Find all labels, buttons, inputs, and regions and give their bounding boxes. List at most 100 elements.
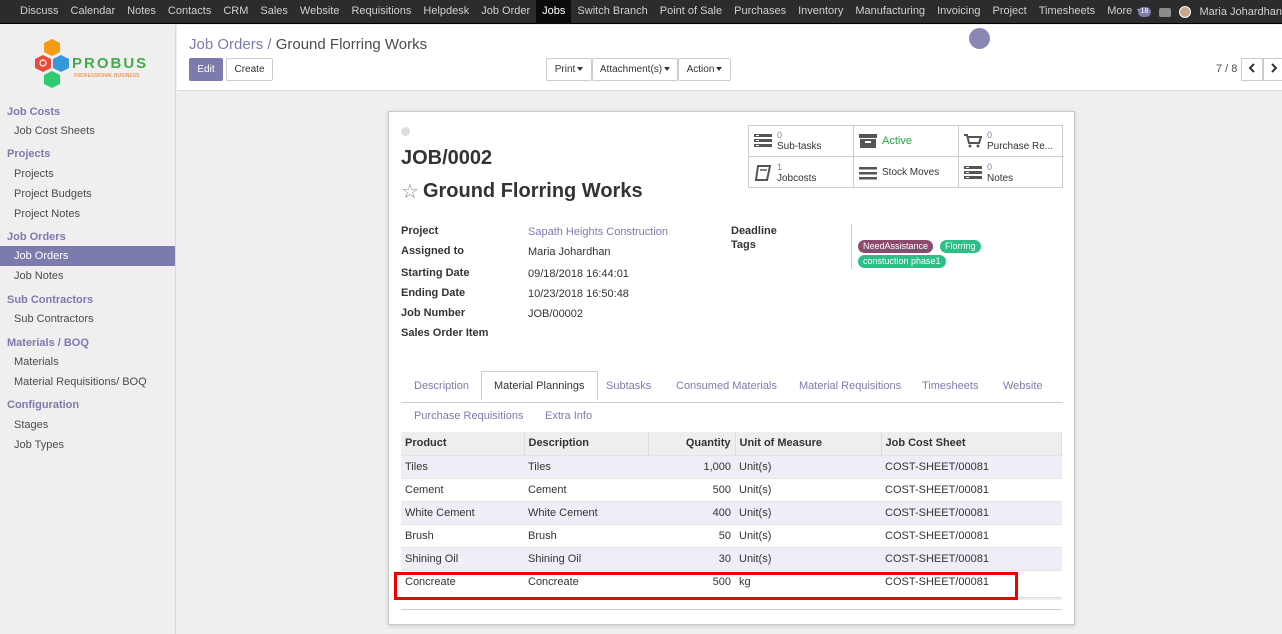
tab-timesheets[interactable]: Timesheets [922, 380, 978, 392]
job-number-field[interactable]: JOB/00002 [528, 308, 583, 320]
col-description[interactable]: Description [524, 432, 649, 455]
menu-manufacturing[interactable]: Manufacturing [849, 0, 931, 24]
end-date-field[interactable]: 10/23/2018 16:50:48 [528, 288, 629, 300]
menu-switch-branch[interactable]: Switch Branch [571, 0, 653, 24]
tag-needassistance[interactable]: NeedAssistance [858, 240, 934, 253]
menu-sales[interactable]: Sales [254, 0, 294, 24]
sidebar-item-job-orders[interactable]: Job Orders [0, 246, 175, 266]
jobcosts-button[interactable]: 1 Jobcosts [749, 157, 854, 188]
col-unit-of-measure[interactable]: Unit of Measure [735, 432, 882, 455]
stock-moves-label: Stock Moves [882, 167, 940, 178]
menu-point-of-sale[interactable]: Point of Sale [654, 0, 728, 24]
create-button[interactable]: Create [226, 58, 273, 81]
print-dropdown[interactable]: Print [546, 58, 592, 81]
control-panel: Job Orders / Ground Florring Works Edit … [177, 25, 1282, 91]
sidebar-item-project-budgets[interactable]: Project Budgets [0, 184, 175, 204]
tag-construction-phase1[interactable]: constuction phase1 [858, 255, 946, 268]
menu-project[interactable]: Project [986, 0, 1032, 24]
jobcosts-label: Jobcosts [777, 172, 817, 184]
avatar[interactable] [1179, 6, 1192, 18]
subtasks-button[interactable]: 0 Sub-tasks [749, 126, 854, 157]
top-navbar: Discuss Calendar Notes Contacts CRM Sale… [0, 0, 1282, 24]
col-product[interactable]: Product [401, 432, 525, 455]
notes-label: Notes [987, 172, 1014, 184]
list-icon [963, 165, 983, 181]
job-reference: JOB/0002 [401, 147, 493, 169]
tab-subtasks[interactable]: Subtasks [606, 380, 651, 392]
tab-material-requisitions[interactable]: Material Requisitions [799, 380, 901, 392]
edit-button[interactable]: Edit [189, 58, 223, 81]
menu-website[interactable]: Website [294, 0, 346, 24]
menu-requisitions[interactable]: Requisitions [345, 0, 417, 24]
pager-previous-button[interactable] [1241, 58, 1263, 81]
sidebar-item-projects[interactable]: Projects [0, 164, 175, 184]
tab-description[interactable]: Description [414, 380, 469, 392]
priority-dot[interactable] [401, 127, 410, 136]
menu-contacts[interactable]: Contacts [162, 0, 217, 24]
menu-helpdesk[interactable]: Helpdesk [417, 0, 475, 24]
star-icon[interactable]: ☆ [401, 179, 419, 204]
cell-job-cost-sheet: COST-SHEET/00081 [881, 523, 1062, 547]
cell-job-cost-sheet: COST-SHEET/00081 [881, 546, 1062, 570]
menu-invoicing[interactable]: Invoicing [931, 0, 986, 24]
sidebar-item-sub-contractors[interactable]: Sub Contractors [0, 309, 175, 329]
breadcrumb-job-orders[interactable]: Job Orders / [189, 36, 272, 53]
tab-website[interactable]: Website [1003, 380, 1043, 392]
tag-florring[interactable]: Florring [940, 240, 981, 253]
tab-extra-info[interactable]: Extra Info [545, 410, 592, 422]
start-date-field[interactable]: 09/18/2018 16:44:01 [528, 268, 629, 280]
cell-description: Shining Oil [524, 546, 648, 570]
sidebar-item-job-notes[interactable]: Job Notes [0, 266, 175, 286]
cell-description: Brush [524, 523, 648, 547]
sidebar-item-project-notes[interactable]: Project Notes [0, 204, 175, 224]
chat-icon[interactable] [1159, 7, 1172, 17]
attachment-dropdown[interactable]: Attachment(s) [592, 58, 678, 81]
menu-purchases[interactable]: Purchases [728, 0, 792, 24]
tab-purchase-requisitions[interactable]: Purchase Requisitions [414, 410, 523, 422]
start-date-label: Starting Date [401, 267, 470, 279]
table-row[interactable]: White Cement White Cement 400 Unit(s) CO… [401, 500, 1062, 524]
menu-notes[interactable]: Notes [121, 0, 162, 24]
sidebar-item-materials[interactable]: Materials [0, 352, 175, 372]
tab-material-plannings[interactable]: Material Plannings [481, 371, 598, 401]
menu-inventory[interactable]: Inventory [792, 0, 849, 24]
logo-graphic: PROBUSE PROFESSIONAL BUSINESS [35, 39, 158, 88]
menu-discuss[interactable]: Discuss [14, 0, 65, 24]
active-toggle-button[interactable]: Active [854, 126, 959, 157]
project-field[interactable]: Sapath Heights Construction [528, 226, 668, 238]
menu-calendar[interactable]: Calendar [65, 0, 122, 24]
table-row[interactable]: Shining Oil Shining Oil 30 Unit(s) COST-… [401, 546, 1062, 570]
caret-down-icon [716, 67, 723, 72]
user-name[interactable]: Maria Johardhan [1199, 6, 1282, 18]
action-dropdown[interactable]: Action [678, 58, 731, 81]
sidebar-item-job-types[interactable]: Job Types [0, 435, 175, 455]
menu-jobs[interactable]: Jobs [536, 0, 572, 24]
sidebar-item-job-cost-sheets[interactable]: Job Cost Sheets [0, 121, 175, 141]
cell-uom: Unit(s) [735, 546, 881, 570]
notes-button[interactable]: 0 Notes [959, 157, 1064, 188]
pager-value[interactable]: 7 / 8 [1216, 63, 1237, 75]
stock-moves-button[interactable]: Stock Moves [854, 157, 959, 188]
table-row[interactable]: Brush Brush 50 Unit(s) COST-SHEET/00081 [401, 523, 1062, 547]
purchase-requisitions-button[interactable]: 0 Purchase Re... [959, 126, 1064, 157]
cell-product: Tiles [401, 454, 524, 478]
sidebar-item-stages[interactable]: Stages [0, 415, 175, 435]
table-row[interactable]: Cement Cement 500 Unit(s) COST-SHEET/000… [401, 477, 1062, 501]
tags-label: Tags [731, 239, 756, 251]
jobcosts-count: 1 [777, 161, 783, 172]
assigned-field[interactable]: Maria Johardhan [528, 246, 611, 258]
menu-crm[interactable]: CRM [217, 0, 254, 24]
sales-order-item-label: Sales Order Item [401, 327, 489, 339]
print-label: Print [554, 64, 576, 75]
pager-next-button[interactable] [1263, 58, 1282, 81]
table-row[interactable]: Tiles Tiles 1,000 Unit(s) COST-SHEET/000… [401, 454, 1062, 478]
company-logo[interactable]: PROBUSE PROFESSIONAL BUSINESS [32, 37, 158, 97]
notification-badge[interactable]: 18 [1137, 7, 1152, 17]
menu-job-order[interactable]: Job Order [475, 0, 536, 24]
purchase-req-label: Purchase Re... [987, 141, 1054, 152]
col-job-cost-sheet[interactable]: Job Cost Sheet [881, 432, 1062, 455]
tab-consumed-materials[interactable]: Consumed Materials [676, 380, 777, 392]
sidebar-item-material-requisitions[interactable]: Material Requisitions/ BOQ [0, 372, 175, 392]
col-quantity[interactable]: Quantity [648, 432, 736, 455]
menu-timesheets[interactable]: Timesheets [1033, 0, 1101, 24]
